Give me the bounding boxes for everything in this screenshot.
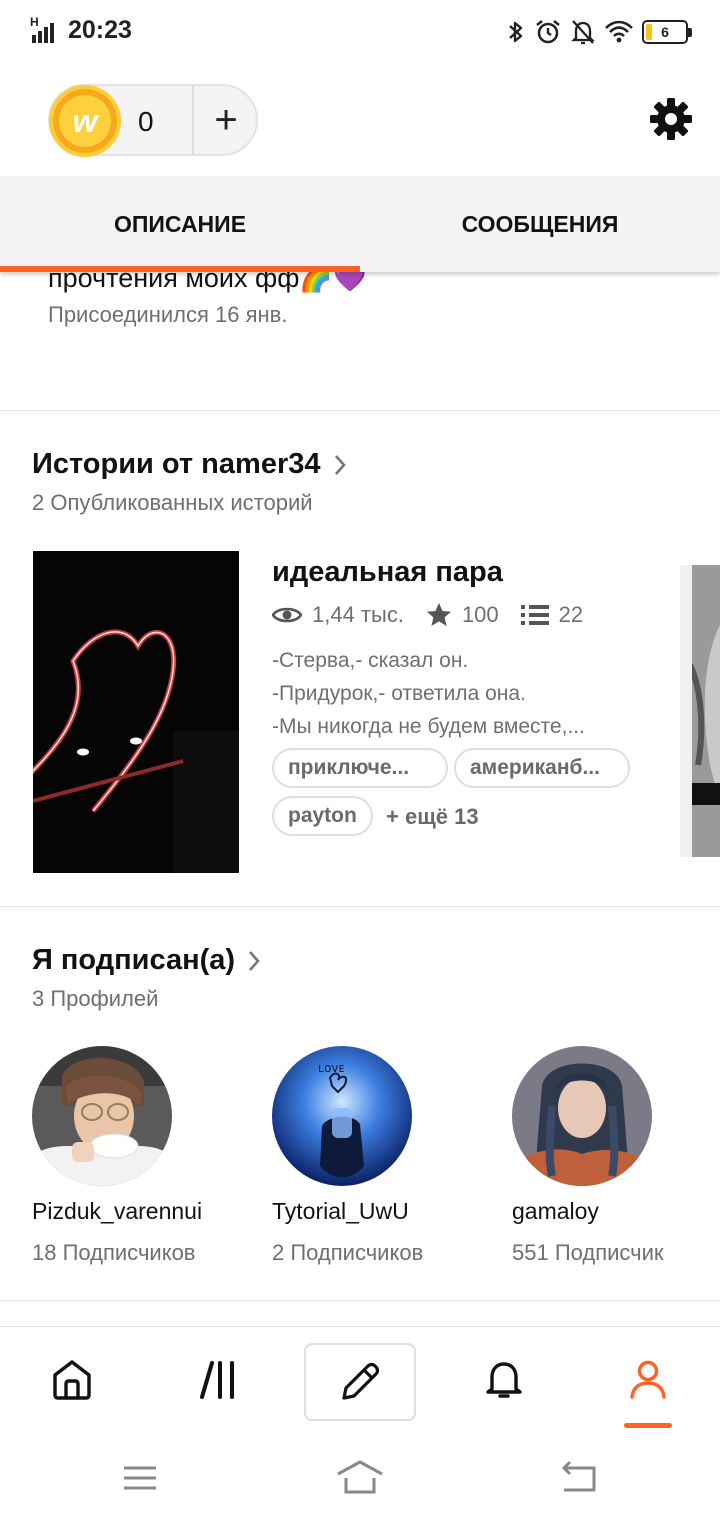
story-blurb-line: -Стерва,- сказал он. xyxy=(272,649,469,672)
next-story-cover-image[interactable] xyxy=(680,565,720,857)
story-cover-image[interactable] xyxy=(33,551,239,873)
stories-section-title: Истории от namer34 xyxy=(32,448,321,480)
profile-followers: 18 Подписчиков xyxy=(32,1240,196,1265)
following-section-title: Я подписан(а) xyxy=(32,944,236,976)
bottom-navigation xyxy=(0,1326,720,1436)
back-icon[interactable] xyxy=(556,1458,604,1498)
story-tag[interactable]: payton xyxy=(272,796,373,836)
battery-level: 6 xyxy=(661,24,669,40)
parts-count: 22 xyxy=(558,602,584,627)
story-tag[interactable]: приключе... xyxy=(272,748,448,788)
nav-notifications[interactable] xyxy=(474,1349,534,1409)
bell-icon xyxy=(486,1362,522,1398)
profile-tabs: ОПИСАНИЕ СООБЩЕНИЯ xyxy=(0,176,720,272)
nav-home[interactable] xyxy=(42,1349,102,1409)
star-icon xyxy=(426,603,451,626)
following-count: 3 Профилей xyxy=(32,986,159,1011)
coin-icon: w xyxy=(49,85,121,157)
following-section-header[interactable]: Я подписан(а) xyxy=(32,944,261,977)
clock: 20:23 xyxy=(68,16,132,44)
divider xyxy=(0,410,720,411)
nav-library[interactable] xyxy=(188,1349,248,1409)
joined-date: Присоединился 16 янв. xyxy=(48,302,288,327)
story-title[interactable]: идеальная пара xyxy=(272,556,503,589)
divider xyxy=(0,906,720,907)
profile-icon xyxy=(630,1360,666,1399)
alarm-icon xyxy=(536,20,560,44)
settings-gear-icon[interactable] xyxy=(648,96,694,142)
profile-followers: 551 Подписчик xyxy=(512,1240,664,1265)
profile-username[interactable]: gamaloy xyxy=(512,1198,599,1225)
chevron-right-icon xyxy=(334,454,346,475)
library-icon xyxy=(200,1361,234,1399)
svg-text:ʟᴏᴠᴇ: ʟᴏᴠᴇ xyxy=(318,1061,345,1075)
bluetooth-icon xyxy=(509,21,523,43)
coin-count: 0 xyxy=(138,106,154,137)
chevron-right-icon xyxy=(249,950,260,971)
stories-section-header[interactable]: Истории от namer34 xyxy=(32,448,347,481)
profile-username[interactable]: Tytorial_UwU xyxy=(272,1198,409,1225)
signal-icon: H xyxy=(30,15,60,45)
tab-description[interactable]: ОПИСАНИЕ xyxy=(0,176,360,272)
home-button-icon[interactable] xyxy=(336,1458,384,1498)
eye-icon xyxy=(272,607,302,623)
more-tags-link[interactable]: + ещё 13 xyxy=(386,804,479,830)
coin-balance[interactable]: w 0 + xyxy=(48,84,258,157)
avatar[interactable]: ʟᴏᴠᴇ xyxy=(272,1046,412,1186)
avatar[interactable] xyxy=(32,1046,172,1186)
add-coins-button[interactable]: + xyxy=(194,86,258,154)
wifi-icon xyxy=(605,20,633,43)
story-blurb-line: -Мы никогда не будем вместе,... xyxy=(272,715,585,738)
parts-list-icon xyxy=(520,605,549,625)
divider xyxy=(0,1300,720,1301)
system-navigation xyxy=(0,1436,720,1520)
active-tab-indicator xyxy=(0,266,360,272)
avatar[interactable] xyxy=(512,1046,652,1186)
profile-username[interactable]: Pizduk_varennui xyxy=(32,1198,202,1225)
notifications-muted-icon xyxy=(571,20,595,45)
nav-write[interactable] xyxy=(304,1343,416,1421)
reads-count: 1,44 тыс. xyxy=(312,602,404,627)
tab-messages[interactable]: СООБЩЕНИЯ xyxy=(360,176,720,272)
menu-icon[interactable] xyxy=(116,1458,164,1498)
home-icon xyxy=(53,1360,91,1400)
profile-followers: 2 Подписчиков xyxy=(272,1240,424,1265)
story-tag[interactable]: американб... xyxy=(454,748,630,788)
pencil-icon xyxy=(342,1362,380,1400)
votes-count: 100 xyxy=(461,602,499,627)
nav-profile[interactable] xyxy=(618,1349,678,1409)
story-blurb-line: -Придурок,- ответила она. xyxy=(272,682,526,705)
active-nav-indicator xyxy=(624,1423,672,1428)
status-bar: H 20:23 6 xyxy=(0,0,720,64)
story-stats: 1,44 тыс. 100 22 xyxy=(272,602,605,628)
battery-icon: 6 xyxy=(642,20,692,44)
stories-count: 2 Опубликованных историй xyxy=(32,490,313,515)
